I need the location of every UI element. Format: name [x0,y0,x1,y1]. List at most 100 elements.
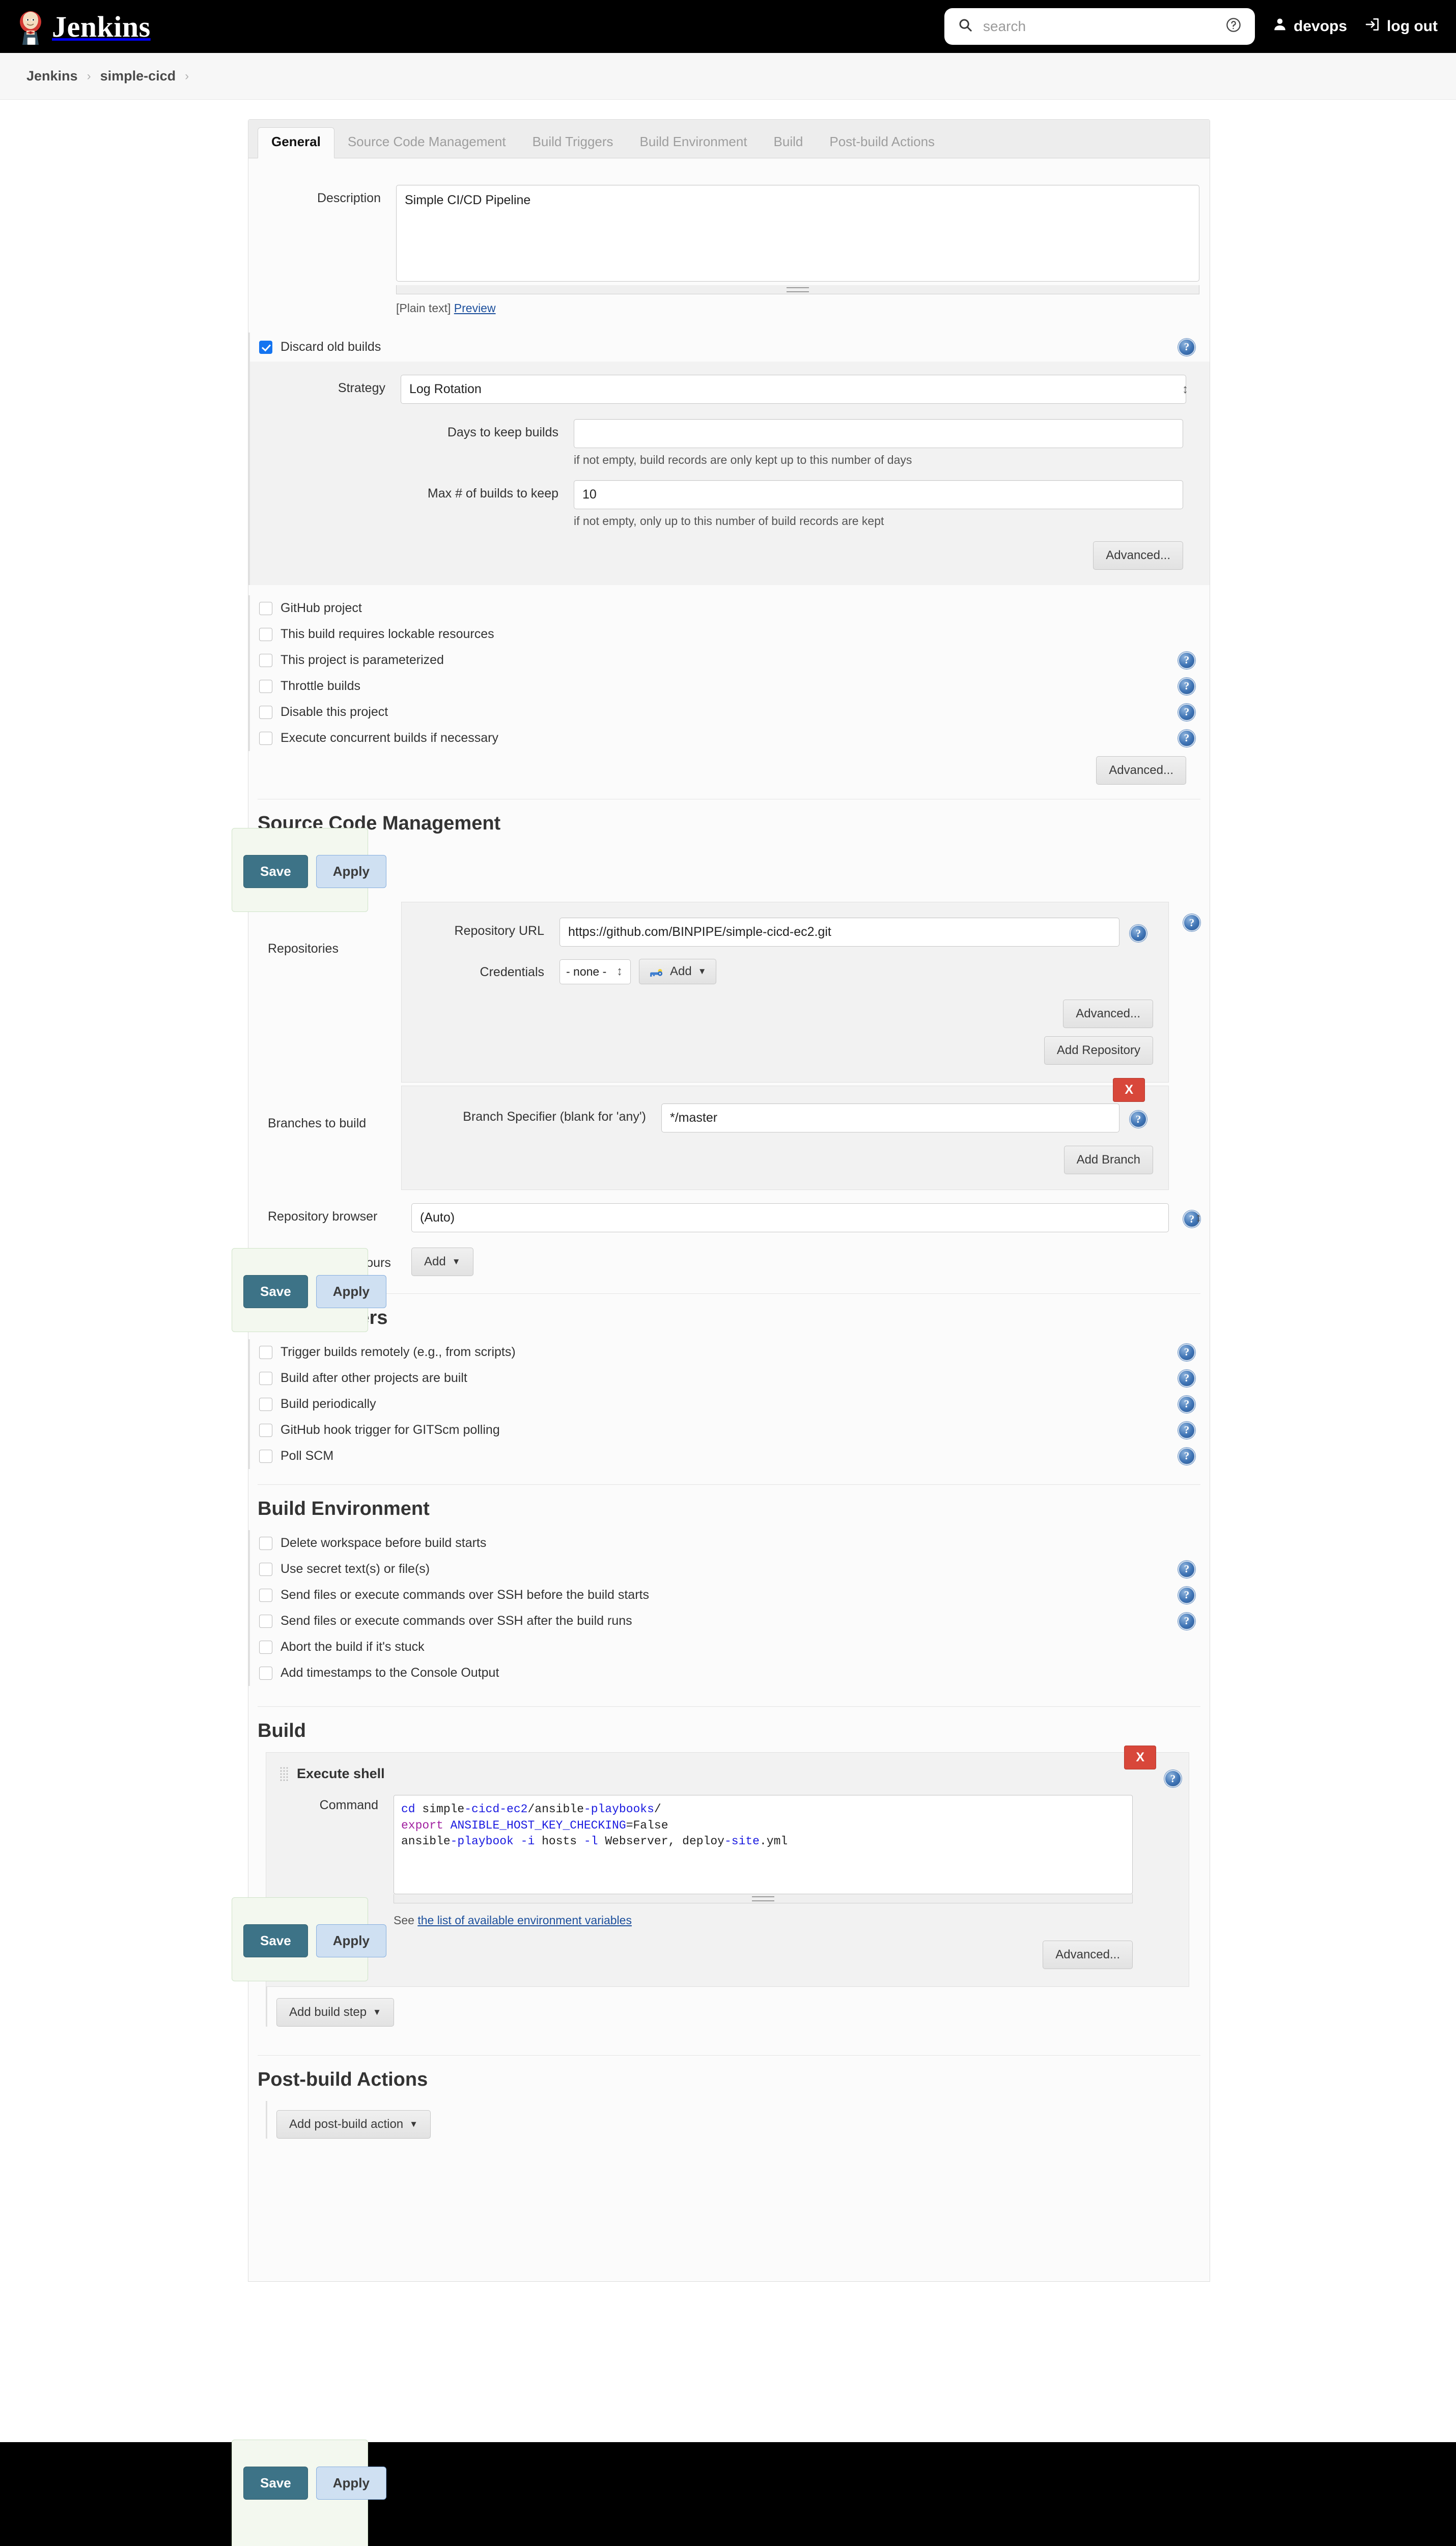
jenkins-home-link[interactable]: Jenkins [15,8,151,45]
save-button[interactable]: Save [243,1924,308,1957]
search-input[interactable] [982,18,1216,35]
trigger-remote-help-icon[interactable]: ? [1178,1343,1195,1361]
ssh-before-help-icon[interactable]: ? [1178,1586,1195,1604]
breadcrumb-item-jenkins[interactable]: Jenkins [26,68,78,84]
throttle-builds-checkbox[interactable] [259,679,272,693]
trigger-periodically-checkbox[interactable] [259,1397,272,1411]
trigger-github-hook-checkbox[interactable] [259,1423,272,1437]
trigger-remote[interactable]: Trigger builds remotely (e.g., from scri… [250,1339,1210,1365]
apply-button[interactable]: Apply [316,855,386,888]
github-project-checkbox[interactable] [259,601,272,615]
timestamps-checkbox[interactable] [259,1666,272,1680]
tab-post-build-actions[interactable]: Post-build Actions [816,128,948,158]
tab-source-code-management[interactable]: Source Code Management [334,128,519,158]
secret-text-checkbox[interactable] [259,1562,272,1576]
abort-stuck-checkbox[interactable] [259,1640,272,1654]
add-build-step-button[interactable]: Add build step ▼ [276,1998,394,2027]
delete-build-step-button[interactable]: X [1124,1746,1156,1769]
env-vars-link[interactable]: the list of available environment variab… [417,1914,632,1927]
ssh-after-checkbox[interactable] [259,1614,272,1628]
trigger-remote-checkbox[interactable] [259,1345,272,1359]
discard-advanced-button[interactable]: Advanced... [1093,541,1183,570]
tab-build[interactable]: Build [761,128,817,158]
tab-build-environment[interactable]: Build Environment [627,128,761,158]
add-behaviour-button[interactable]: Add ▼ [411,1248,473,1276]
apply-button[interactable]: Apply [316,2467,386,2500]
add-post-build-action-button[interactable]: Add post-build action ▼ [276,2110,431,2139]
option-throttle-builds[interactable]: Throttle builds ? [250,673,1210,699]
trigger-periodically-help-icon[interactable]: ? [1178,1395,1195,1413]
secret-text-help-icon[interactable]: ? [1178,1560,1195,1578]
delete-branch-button[interactable]: X [1113,1078,1145,1102]
repo-url-help-icon[interactable]: ? [1130,925,1147,942]
add-branch-button[interactable]: Add Branch [1063,1146,1153,1174]
logout-link[interactable]: log out [1364,16,1438,37]
user-menu-link[interactable]: devops [1272,16,1347,37]
concurrent-builds-help-icon[interactable]: ? [1178,729,1195,747]
parameterized-help-icon[interactable]: ? [1178,651,1195,669]
repository-browser-select[interactable]: (Auto) [411,1203,1169,1232]
env-secret-text[interactable]: Use secret text(s) or file(s) ? [250,1556,1210,1582]
option-disable-project[interactable]: Disable this project ? [250,699,1210,725]
trigger-periodically[interactable]: Build periodically ? [250,1391,1210,1417]
description-resize-handle[interactable] [396,285,1199,294]
repo-advanced-button[interactable]: Advanced... [1063,1000,1153,1028]
credentials-select[interactable]: - none - [559,959,631,984]
execute-shell-help-icon[interactable]: ? [1164,1770,1182,1787]
add-repository-button[interactable]: Add Repository [1044,1036,1153,1065]
option-concurrent-builds[interactable]: Execute concurrent builds if necessary ? [250,725,1210,751]
discard-old-builds-help-icon[interactable]: ? [1178,338,1195,356]
branch-specifier-input[interactable] [661,1103,1119,1132]
trigger-after-other-projects-checkbox[interactable] [259,1371,272,1385]
discard-old-builds-checkbox[interactable] [259,340,272,354]
concurrent-builds-checkbox[interactable] [259,731,272,745]
parameterized-checkbox[interactable] [259,653,272,667]
trigger-github-hook-help-icon[interactable]: ? [1178,1421,1195,1439]
repositories-help-icon[interactable]: ? [1183,914,1200,931]
build-step-advanced-button[interactable]: Advanced... [1043,1941,1133,1969]
trigger-poll-scm-help-icon[interactable]: ? [1178,1447,1195,1465]
scm-option-git[interactable]: Git [250,871,1210,897]
save-button[interactable]: Save [243,2467,308,2500]
description-textarea[interactable] [396,185,1199,282]
discard-old-builds-row[interactable]: Discard old builds ? [250,333,1210,362]
env-delete-workspace[interactable]: Delete workspace before build starts [250,1530,1210,1556]
throttle-builds-help-icon[interactable]: ? [1178,677,1195,695]
ssh-after-help-icon[interactable]: ? [1178,1612,1195,1630]
lockable-resources-checkbox[interactable] [259,627,272,641]
days-to-keep-input[interactable] [574,419,1183,448]
ssh-before-checkbox[interactable] [259,1588,272,1602]
command-textarea[interactable]: cd simple-cicd-ec2/ansible-playbooks/ ex… [394,1795,1133,1894]
scm-option-none[interactable]: None [250,845,1210,871]
env-ssh-after[interactable]: Send files or execute commands over SSH … [250,1608,1210,1634]
tab-build-triggers[interactable]: Build Triggers [519,128,627,158]
repository-browser-help-icon[interactable]: ? [1183,1210,1200,1228]
option-lockable-resources[interactable]: This build requires lockable resources [250,621,1210,647]
apply-button[interactable]: Apply [316,1275,386,1308]
trigger-github-hook[interactable]: GitHub hook trigger for GITScm polling ? [250,1417,1210,1443]
command-resize-handle[interactable] [394,1894,1133,1903]
drag-handle-icon[interactable] [279,1766,289,1782]
apply-button[interactable]: Apply [316,1924,386,1957]
env-abort-stuck[interactable]: Abort the build if it's stuck [250,1634,1210,1660]
max-builds-input[interactable] [574,480,1183,509]
strategy-select[interactable]: Log Rotation [401,375,1186,404]
save-button[interactable]: Save [243,855,308,888]
trigger-poll-scm[interactable]: Poll SCM ? [250,1443,1210,1469]
add-credentials-button[interactable]: Add ▼ [639,959,716,984]
option-parameterized[interactable]: This project is parameterized ? [250,647,1210,673]
search-box[interactable] [944,8,1255,45]
env-ssh-before[interactable]: Send files or execute commands over SSH … [250,1582,1210,1608]
general-advanced-button[interactable]: Advanced... [1096,756,1186,785]
option-github-project[interactable]: GitHub project [250,595,1210,621]
env-timestamps[interactable]: Add timestamps to the Console Output [250,1660,1210,1686]
trigger-after-other-projects[interactable]: Build after other projects are built ? [250,1365,1210,1391]
delete-workspace-checkbox[interactable] [259,1536,272,1550]
trigger-poll-scm-checkbox[interactable] [259,1449,272,1463]
tab-general[interactable]: General [258,127,334,158]
search-help-icon[interactable] [1225,17,1242,37]
save-button[interactable]: Save [243,1275,308,1308]
disable-project-checkbox[interactable] [259,705,272,719]
repository-url-input[interactable] [559,918,1119,947]
preview-link[interactable]: Preview [454,301,496,315]
